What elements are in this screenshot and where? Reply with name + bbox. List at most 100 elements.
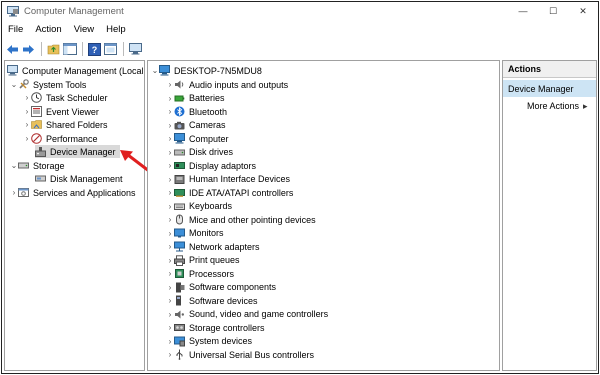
expand-chevron-icon[interactable]: ›: [166, 281, 174, 294]
device-category-item[interactable]: › Network adapters: [166, 240, 260, 253]
expand-chevron-icon[interactable]: ›: [166, 78, 174, 91]
device-category-item[interactable]: › Computer: [166, 132, 229, 145]
device-category-item[interactable]: › Human Interface Devices: [166, 173, 290, 186]
actions-section-device-manager[interactable]: Device Manager: [503, 80, 596, 97]
minimize-button[interactable]: —: [508, 2, 538, 20]
close-button[interactable]: ✕: [568, 2, 598, 20]
tree-item-system-tools[interactable]: ⌄ System Tools: [10, 78, 86, 91]
expand-chevron-icon[interactable]: ›: [23, 132, 31, 145]
collapse-chevron-icon[interactable]: ⌄: [151, 64, 159, 77]
device-category-item[interactable]: › Bluetooth: [166, 105, 227, 118]
tree-item-disk-management[interactable]: Disk Management: [35, 172, 123, 185]
console-button[interactable]: [128, 42, 143, 57]
expand-chevron-icon[interactable]: ›: [166, 240, 174, 253]
tree-label: Computer Management (Local: [22, 65, 144, 76]
event-viewer-icon: [31, 106, 42, 117]
software-component-icon: [174, 282, 185, 293]
device-tree-root[interactable]: ⌄ DESKTOP-7N5MDU8: [151, 64, 262, 77]
computer-management-window: Computer Management — ☐ ✕ File Action Vi…: [1, 1, 599, 374]
processor-icon: [174, 268, 185, 279]
expand-chevron-icon[interactable]: ›: [166, 186, 174, 199]
collapse-chevron-icon[interactable]: ⌄: [10, 78, 18, 91]
device-category-item[interactable]: › Storage controllers: [166, 321, 265, 334]
tree-item-task-scheduler[interactable]: › Task Scheduler: [23, 91, 108, 104]
maximize-button[interactable]: ☐: [538, 2, 568, 20]
tree-item-storage[interactable]: ⌄ Storage: [10, 159, 65, 172]
device-category-item[interactable]: › Mice and other pointing devices: [166, 213, 316, 226]
device-category-label: Storage controllers: [189, 322, 265, 333]
device-category-item[interactable]: › Sound, video and game controllers: [166, 308, 328, 321]
bluetooth-icon: [174, 106, 185, 117]
menu-view[interactable]: View: [68, 24, 100, 35]
expand-chevron-icon[interactable]: ›: [166, 213, 174, 226]
tree-item-event-viewer[interactable]: › Event Viewer: [23, 105, 99, 118]
tree-item-device-manager[interactable]: Device Manager: [35, 145, 120, 158]
console-icon: [129, 43, 142, 55]
device-category-item[interactable]: › Disk drives: [166, 146, 233, 159]
expand-chevron-icon[interactable]: ›: [166, 227, 174, 240]
network-adapter-icon: [174, 241, 185, 252]
expand-chevron-icon[interactable]: ›: [166, 173, 174, 186]
tree-item-services-and-applications[interactable]: › Services and Applications: [10, 186, 136, 199]
device-category-item[interactable]: › Cameras: [166, 119, 226, 132]
toolbar-separator: [41, 42, 42, 56]
menu-action[interactable]: Action: [29, 24, 67, 35]
camera-icon: [174, 120, 185, 131]
expand-chevron-icon[interactable]: ›: [166, 267, 174, 280]
expand-chevron-icon[interactable]: ›: [166, 146, 174, 159]
show-hide-tree-button[interactable]: [62, 42, 77, 57]
tree-label: Disk Management: [50, 173, 123, 184]
device-category-item[interactable]: › Universal Serial Bus controllers: [166, 348, 314, 361]
expand-chevron-icon[interactable]: ›: [166, 200, 174, 213]
menu-file[interactable]: File: [2, 24, 29, 35]
forward-button[interactable]: [21, 42, 36, 57]
expand-chevron-icon[interactable]: ›: [23, 91, 31, 104]
menu-help[interactable]: Help: [100, 24, 132, 35]
expand-chevron-icon[interactable]: ›: [166, 119, 174, 132]
expand-chevron-icon[interactable]: ›: [166, 132, 174, 145]
device-category-item[interactable]: › Audio inputs and outputs: [166, 78, 288, 91]
tree-item-computer-management[interactable]: Computer Management (Local: [7, 64, 144, 77]
disk-management-icon: [35, 173, 46, 184]
device-category-label: Monitors: [189, 228, 224, 238]
up-folder-button[interactable]: [46, 42, 61, 57]
back-button[interactable]: [5, 42, 20, 57]
expand-chevron-icon[interactable]: ›: [166, 92, 174, 105]
expand-chevron-icon[interactable]: ›: [166, 294, 174, 307]
properties-button[interactable]: [103, 42, 118, 57]
tree-item-shared-folders[interactable]: › Shared Folders: [23, 118, 108, 131]
expand-chevron-icon[interactable]: ›: [23, 105, 31, 118]
device-category-item[interactable]: › Processors: [166, 267, 234, 280]
device-category-label: Disk drives: [189, 147, 234, 157]
toolbar-separator: [123, 42, 124, 56]
expand-chevron-icon[interactable]: ›: [10, 186, 18, 199]
device-category-item[interactable]: › Batteries: [166, 92, 225, 105]
device-category-item[interactable]: › System devices: [166, 335, 252, 348]
device-category-item[interactable]: › Software components: [166, 281, 276, 294]
expand-chevron-icon[interactable]: ›: [166, 348, 174, 361]
collapse-chevron-icon[interactable]: ⌄: [10, 159, 18, 172]
device-category-item[interactable]: › IDE ATA/ATAPI controllers: [166, 186, 294, 199]
expand-chevron-icon[interactable]: ›: [166, 335, 174, 348]
expand-chevron-icon[interactable]: ›: [23, 118, 31, 131]
device-category-item[interactable]: › Keyboards: [166, 200, 232, 213]
expand-chevron-icon[interactable]: ›: [166, 321, 174, 334]
device-category-item[interactable]: › Monitors: [166, 227, 224, 240]
actions-header: Actions: [503, 61, 596, 78]
device-category-item[interactable]: › Display adaptors: [166, 159, 256, 172]
help-icon: ?: [88, 42, 101, 56]
device-category-item[interactable]: › Software devices: [166, 294, 258, 307]
expand-chevron-icon[interactable]: ›: [166, 254, 174, 267]
device-category-label: IDE ATA/ATAPI controllers: [189, 187, 294, 198]
tree-item-performance[interactable]: › Performance: [23, 132, 98, 145]
expand-chevron-icon[interactable]: ›: [166, 105, 174, 118]
show-hide-tree-icon: [62, 43, 77, 55]
expand-chevron-icon[interactable]: ›: [166, 308, 174, 321]
help-button[interactable]: ?: [87, 42, 102, 57]
device-category-label: Bluetooth: [189, 106, 228, 117]
performance-icon: [31, 133, 42, 144]
more-actions-link[interactable]: More Actions ▸: [527, 99, 588, 113]
expand-chevron-icon[interactable]: ›: [166, 159, 174, 172]
device-category-item[interactable]: › Print queues: [166, 254, 240, 267]
tree-label: System Tools: [33, 79, 87, 90]
